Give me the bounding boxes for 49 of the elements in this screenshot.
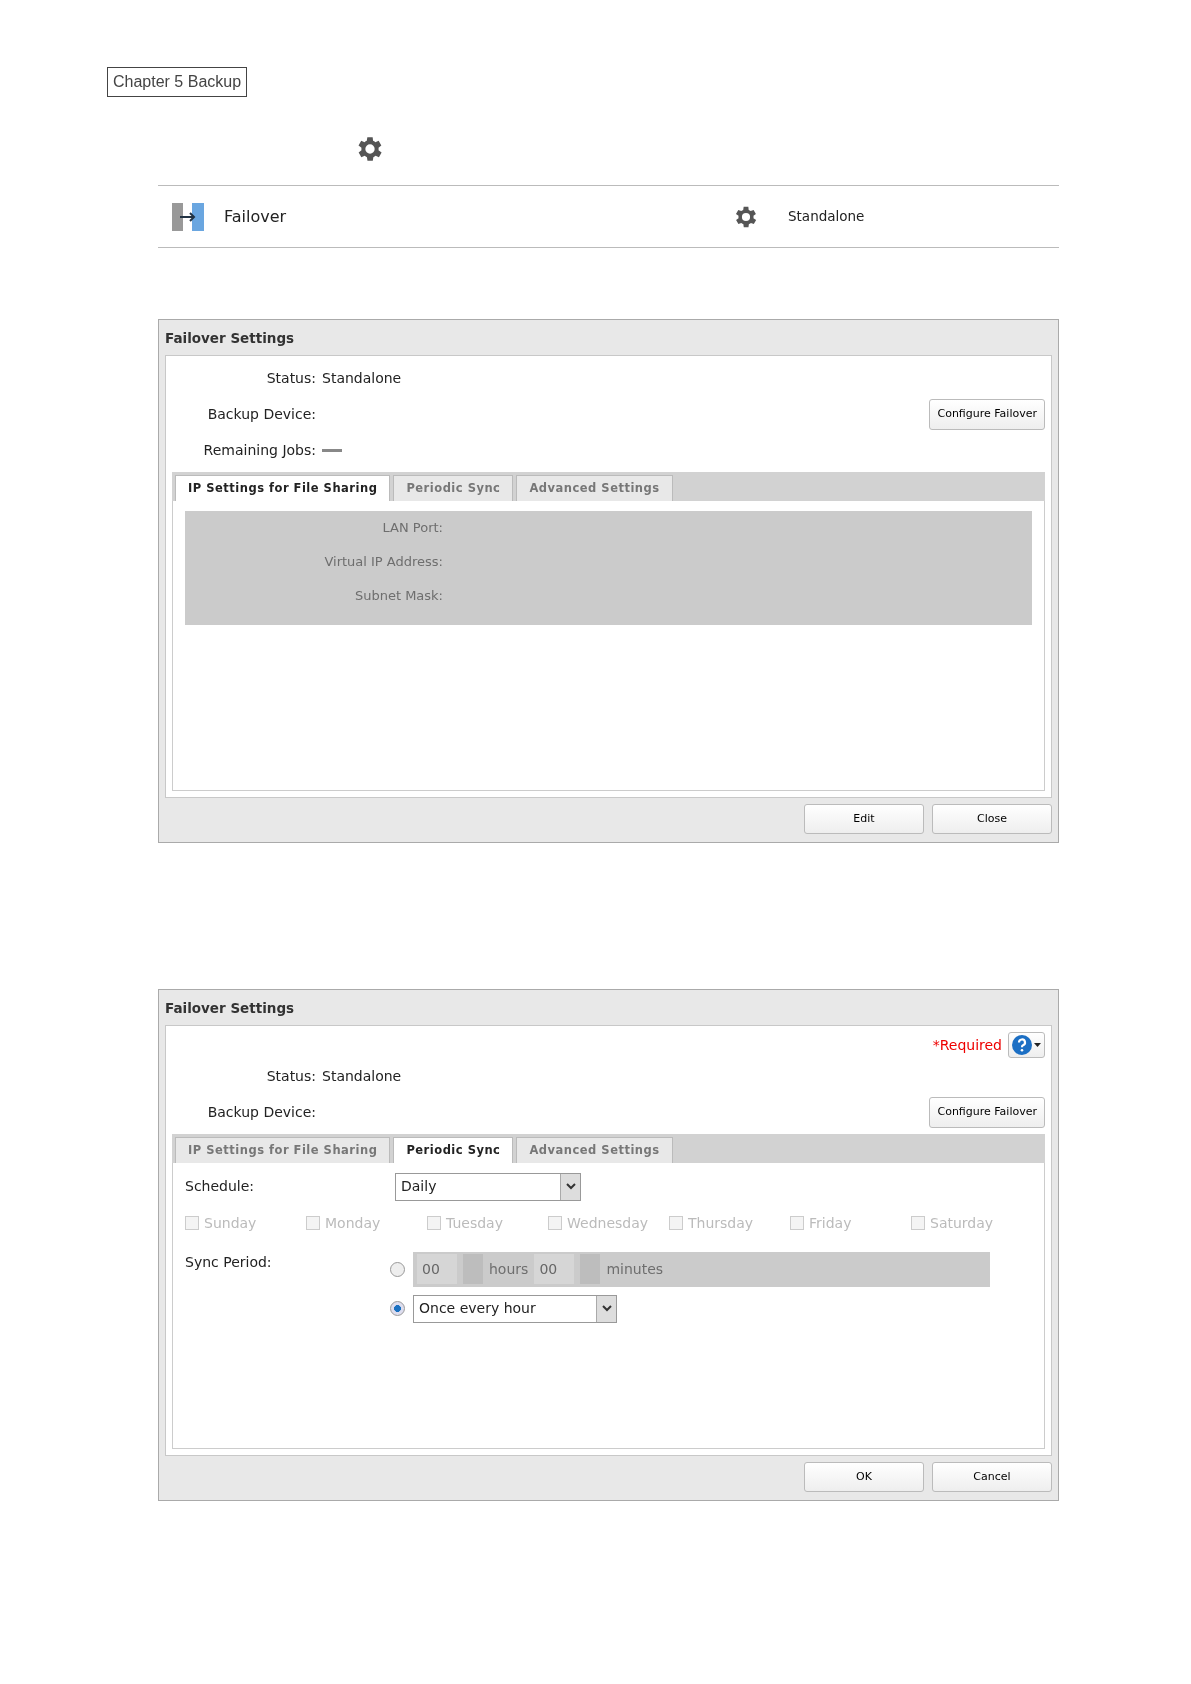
day-label: Monday — [325, 1213, 381, 1233]
tab[interactable]: IP Settings for File Sharing — [175, 475, 391, 501]
service-name: Failover — [224, 205, 288, 228]
day-label: Wednesday — [567, 1213, 649, 1233]
field-label: LAN Port: — [381, 518, 443, 537]
field-label: Status: — [265, 368, 317, 388]
caret-icon — [565, 1183, 576, 1190]
field-label: Status: — [265, 1066, 317, 1086]
unit-label: minutes — [606, 1259, 664, 1279]
day-label: Thursday — [688, 1213, 754, 1233]
tab[interactable]: Periodic Sync — [393, 1137, 514, 1163]
field-label: Schedule: — [185, 1177, 256, 1196]
day-label: Saturday — [930, 1213, 994, 1233]
period-select[interactable]: Once every hour — [413, 1294, 617, 1323]
empty-value-dash — [322, 448, 342, 452]
dialog-title: Failover Settings — [164, 329, 296, 348]
service-status: Standalone — [788, 207, 865, 227]
tab[interactable]: Periodic Sync — [393, 475, 514, 501]
day-label: Friday — [809, 1213, 852, 1233]
field-label: Virtual IP Address: — [323, 552, 443, 571]
field-label: Backup Device: — [206, 404, 317, 424]
failover-icon — [172, 202, 204, 231]
field-label: Remaining Jobs: — [202, 440, 317, 460]
schedule-select[interactable]: Daily — [395, 1172, 581, 1201]
tab[interactable]: Advanced Settings — [516, 1137, 673, 1163]
dialog-button[interactable]: Cancel — [932, 1461, 1052, 1492]
field-label: Backup Device: — [206, 1102, 317, 1122]
field-value: Standalone — [322, 368, 402, 388]
unit-label: hours — [489, 1259, 529, 1279]
caret-icon — [601, 1305, 612, 1312]
help-button[interactable] — [1008, 1032, 1045, 1059]
configure-failover-button[interactable]: Configure Failover — [929, 399, 1045, 430]
required-note: *Required — [932, 1035, 1002, 1055]
radio-button[interactable] — [390, 1301, 405, 1316]
field-value: Standalone — [322, 1066, 402, 1086]
day-label: Sunday — [204, 1213, 257, 1233]
dialog-button[interactable]: OK — [804, 1461, 924, 1492]
day-label: Tuesday — [446, 1213, 503, 1233]
chapter-label: Chapter 5 Backup — [107, 67, 248, 97]
dialog-title: Failover Settings — [164, 999, 296, 1018]
dialog-button[interactable]: Close — [932, 803, 1052, 834]
field-label: Sync Period: — [185, 1252, 273, 1272]
dialog-button[interactable]: Edit — [804, 803, 924, 834]
field-label: Subnet Mask: — [353, 586, 443, 605]
help-icon — [1012, 1035, 1032, 1056]
dropdown-arrow-icon — [1034, 1043, 1041, 1048]
tab[interactable]: Advanced Settings — [516, 475, 673, 501]
configure-failover-button[interactable]: Configure Failover — [929, 1097, 1045, 1128]
tab[interactable]: IP Settings for File Sharing — [175, 1137, 391, 1163]
